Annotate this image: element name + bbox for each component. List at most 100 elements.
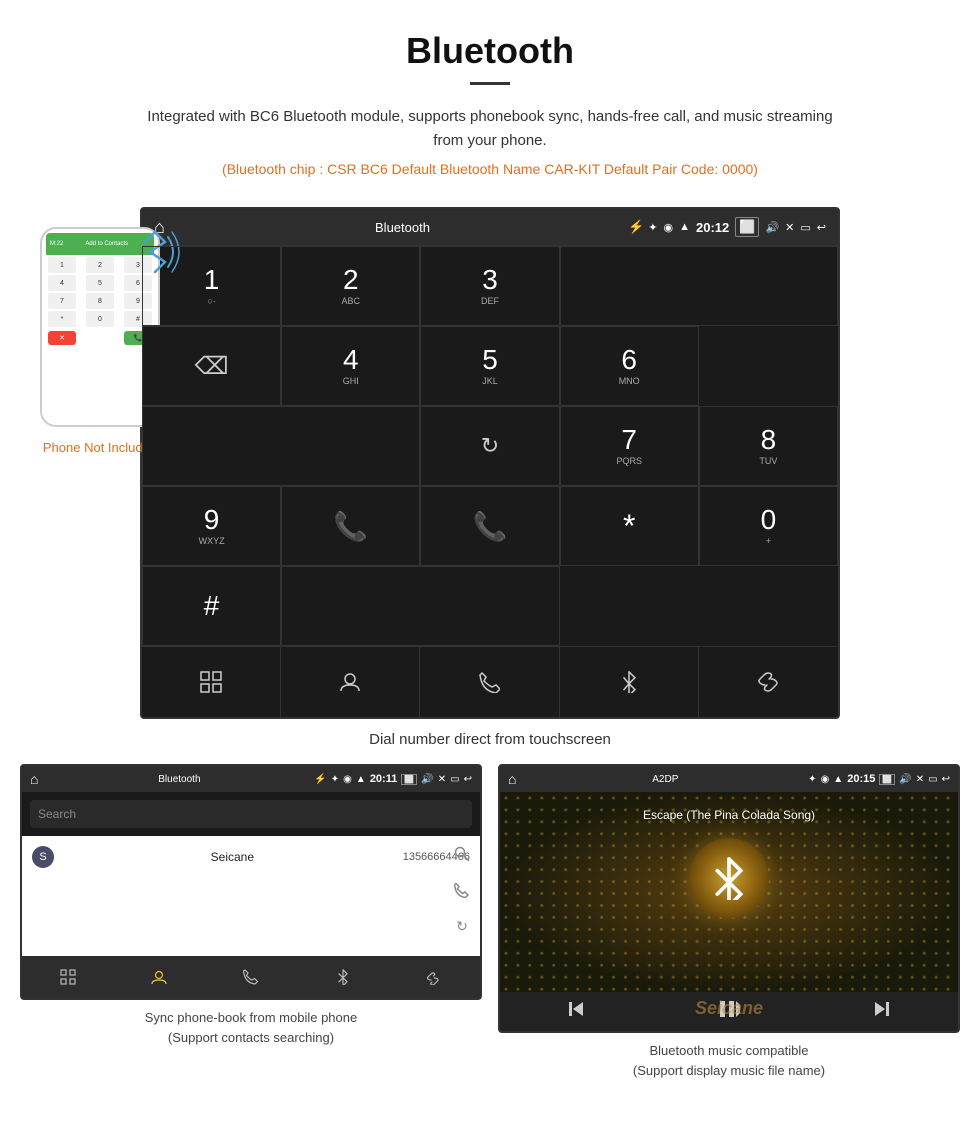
dialpad: 1 ○· 2 ABC 3 DEF ⌫ 4 GHI 5 J <box>142 245 838 646</box>
music-song-title: Escape (The Pina Colada Song) <box>516 808 942 822</box>
music-time: 20:15 <box>847 773 875 785</box>
phonebook-screen: ⌂ Bluetooth ⚡ ✦ ◉ ▲ 20:11 ⬜ 🔊 ✕ ▭ ↩ Sear… <box>20 764 482 1000</box>
music-controls <box>500 992 958 1031</box>
dial-key-7[interactable]: 7 PQRS <box>560 406 699 486</box>
dial-display-area <box>560 246 838 326</box>
page-specs: (Bluetooth chip : CSR BC6 Default Blueto… <box>20 161 960 177</box>
page-description: Integrated with BC6 Bluetooth module, su… <box>140 105 840 153</box>
close-icon[interactable]: ✕ <box>785 221 794 234</box>
statusbar-icons: ✦ ◉ ▲ 20:12 ⬜ 🔊 ✕ ▭ ↩ <box>648 217 826 237</box>
dial-statusbar: ⌂ Bluetooth ⚡ ✦ ◉ ▲ 20:12 ⬜ 🔊 ✕ ▭ ↩ <box>142 209 838 245</box>
dial-key-5[interactable]: 5 JKL <box>420 326 559 406</box>
pb-close-icon[interactable]: ✕ <box>438 774 446 785</box>
dial-key-4[interactable]: 4 GHI <box>281 326 420 406</box>
back-icon[interactable]: ↩ <box>817 221 826 234</box>
pb-home-icon[interactable]: ⌂ <box>30 771 38 787</box>
dial-screen-title: Bluetooth <box>177 220 628 235</box>
page-title: Bluetooth <box>20 30 960 72</box>
pb-phone-btn[interactable] <box>205 956 297 998</box>
dial-key-3[interactable]: 3 DEF <box>420 246 559 326</box>
music-screen-wrap: ⌂ A2DP ✦ ◉ ▲ 20:15 ⬜ 🔊 ✕ ▭ ↩ <box>498 764 960 1080</box>
music-close-icon[interactable]: ✕ <box>916 774 924 785</box>
phonebook-search-bar[interactable]: Search <box>30 800 472 828</box>
toolbar-grid-btn[interactable] <box>142 647 281 717</box>
music-vol-icon: 🔊 <box>899 774 911 785</box>
dial-key-9[interactable]: 9 WXYZ <box>142 486 281 566</box>
pb-call-icon[interactable] <box>448 876 476 904</box>
music-playpause-btn[interactable] <box>718 1000 740 1023</box>
dial-key-6[interactable]: 6 MNO <box>560 326 699 406</box>
pb-vol-icon: 🔊 <box>421 774 433 785</box>
music-content-area: Escape (The Pina Colada Song) <box>500 792 958 992</box>
location-icon: ◉ <box>664 221 674 234</box>
dial-screen: ⌂ Bluetooth ⚡ ✦ ◉ ▲ 20:12 ⬜ 🔊 ✕ ▭ ↩ 1 ○· <box>140 207 840 719</box>
phonebook-contact-area: S Seicane 13566664466 <box>22 836 480 956</box>
dial-backspace-btn[interactable]: ⌫ <box>142 326 281 406</box>
pb-link-btn[interactable] <box>388 956 480 998</box>
pb-sig-icon: ▲ <box>356 774 366 785</box>
music-caption: Bluetooth music compatible(Support displ… <box>498 1041 960 1080</box>
contact-name: Seicane <box>62 850 403 864</box>
pb-bt-btn[interactable] <box>297 956 389 998</box>
screen-icon: ▭ <box>800 221 810 234</box>
pb-usb-icon: ⚡ <box>314 774 326 785</box>
dial-key-star[interactable]: * <box>560 486 699 566</box>
bottom-screens-section: ⌂ Bluetooth ⚡ ✦ ◉ ▲ 20:11 ⬜ 🔊 ✕ ▭ ↩ Sear… <box>0 764 980 1100</box>
search-placeholder: Search <box>38 807 76 821</box>
music-sig-icon: ▲ <box>833 774 843 785</box>
signal-icon: ▲ <box>679 221 690 233</box>
volume-icon: 🔊 <box>765 221 779 234</box>
dial-toolbar <box>142 646 838 717</box>
music-back-icon[interactable]: ↩ <box>942 774 950 785</box>
phonebook-caption: Sync phone-book from mobile phone(Suppor… <box>20 1008 482 1047</box>
phonebook-screen-wrap: ⌂ Bluetooth ⚡ ✦ ◉ ▲ 20:11 ⬜ 🔊 ✕ ▭ ↩ Sear… <box>20 764 482 1080</box>
pb-screen-icon: ▭ <box>450 774 459 785</box>
pb-bt-icon: ✦ <box>331 774 339 785</box>
music-artwork <box>689 838 769 918</box>
bt-icon: ✦ <box>648 221 657 234</box>
music-screen: ⌂ A2DP ✦ ◉ ▲ 20:15 ⬜ 🔊 ✕ ▭ ↩ <box>498 764 960 1033</box>
pb-cam-icon: ⬜ <box>401 774 417 785</box>
dial-key-2[interactable]: 2 ABC <box>281 246 420 326</box>
pb-grid-btn[interactable] <box>22 956 114 998</box>
phonebook-contact-row[interactable]: S Seicane 13566664466 <box>22 836 480 878</box>
music-bt-artwork-icon <box>711 856 747 900</box>
statusbar-time: 20:12 <box>696 220 729 235</box>
music-loc-icon: ◉ <box>821 774 830 785</box>
dial-empty-2 <box>142 406 420 486</box>
music-title: A2DP <box>526 774 804 785</box>
dial-call-red-btn[interactable]: 📞 <box>420 486 559 566</box>
pb-contacts-btn[interactable] <box>114 956 206 998</box>
pb-back-icon[interactable]: ↩ <box>464 774 472 785</box>
usb-icon: ⚡ <box>628 219 644 235</box>
page-header: Bluetooth Integrated with BC6 Bluetooth … <box>0 0 980 207</box>
pb-time: 20:11 <box>370 773 398 785</box>
toolbar-bluetooth-btn[interactable] <box>560 647 699 717</box>
dial-refresh-btn[interactable]: ↻ <box>420 406 559 486</box>
pb-title: Bluetooth <box>48 774 310 785</box>
dial-call-green-btn[interactable]: 📞 <box>281 486 420 566</box>
camera-icon: ⬜ <box>735 217 759 237</box>
music-next-btn[interactable] <box>873 1000 891 1023</box>
dial-key-1[interactable]: 1 ○· <box>142 246 281 326</box>
phonebook-statusbar: ⌂ Bluetooth ⚡ ✦ ◉ ▲ 20:11 ⬜ 🔊 ✕ ▭ ↩ <box>22 766 480 792</box>
music-main-content: Escape (The Pina Colada Song) <box>500 792 958 942</box>
dial-key-hash[interactable]: # <box>142 566 281 646</box>
dial-key-0[interactable]: 0 + <box>699 486 838 566</box>
main-screen-section: M:22 Add to Contacts 123 456 789 <box>0 207 980 719</box>
dial-screen-caption: Dial number direct from touchscreen <box>0 719 980 764</box>
music-home-icon[interactable]: ⌂ <box>508 771 516 787</box>
pb-search-icon[interactable] <box>448 840 476 868</box>
pb-refresh-icon[interactable]: ↻ <box>448 912 476 940</box>
contact-avatar: S <box>32 846 54 868</box>
music-cam-icon: ⬜ <box>879 774 895 785</box>
phonebook-sidebar: ↻ <box>448 840 476 940</box>
toolbar-link-btn[interactable] <box>699 647 838 717</box>
toolbar-contacts-btn[interactable] <box>281 647 420 717</box>
toolbar-phone-btn[interactable] <box>420 647 559 717</box>
music-statusbar: ⌂ A2DP ✦ ◉ ▲ 20:15 ⬜ 🔊 ✕ ▭ ↩ <box>500 766 958 792</box>
music-screen-icon: ▭ <box>928 774 937 785</box>
dial-key-8[interactable]: 8 TUV <box>699 406 838 486</box>
phonebook-bottom-toolbar <box>22 956 480 998</box>
music-prev-btn[interactable] <box>567 1000 585 1023</box>
